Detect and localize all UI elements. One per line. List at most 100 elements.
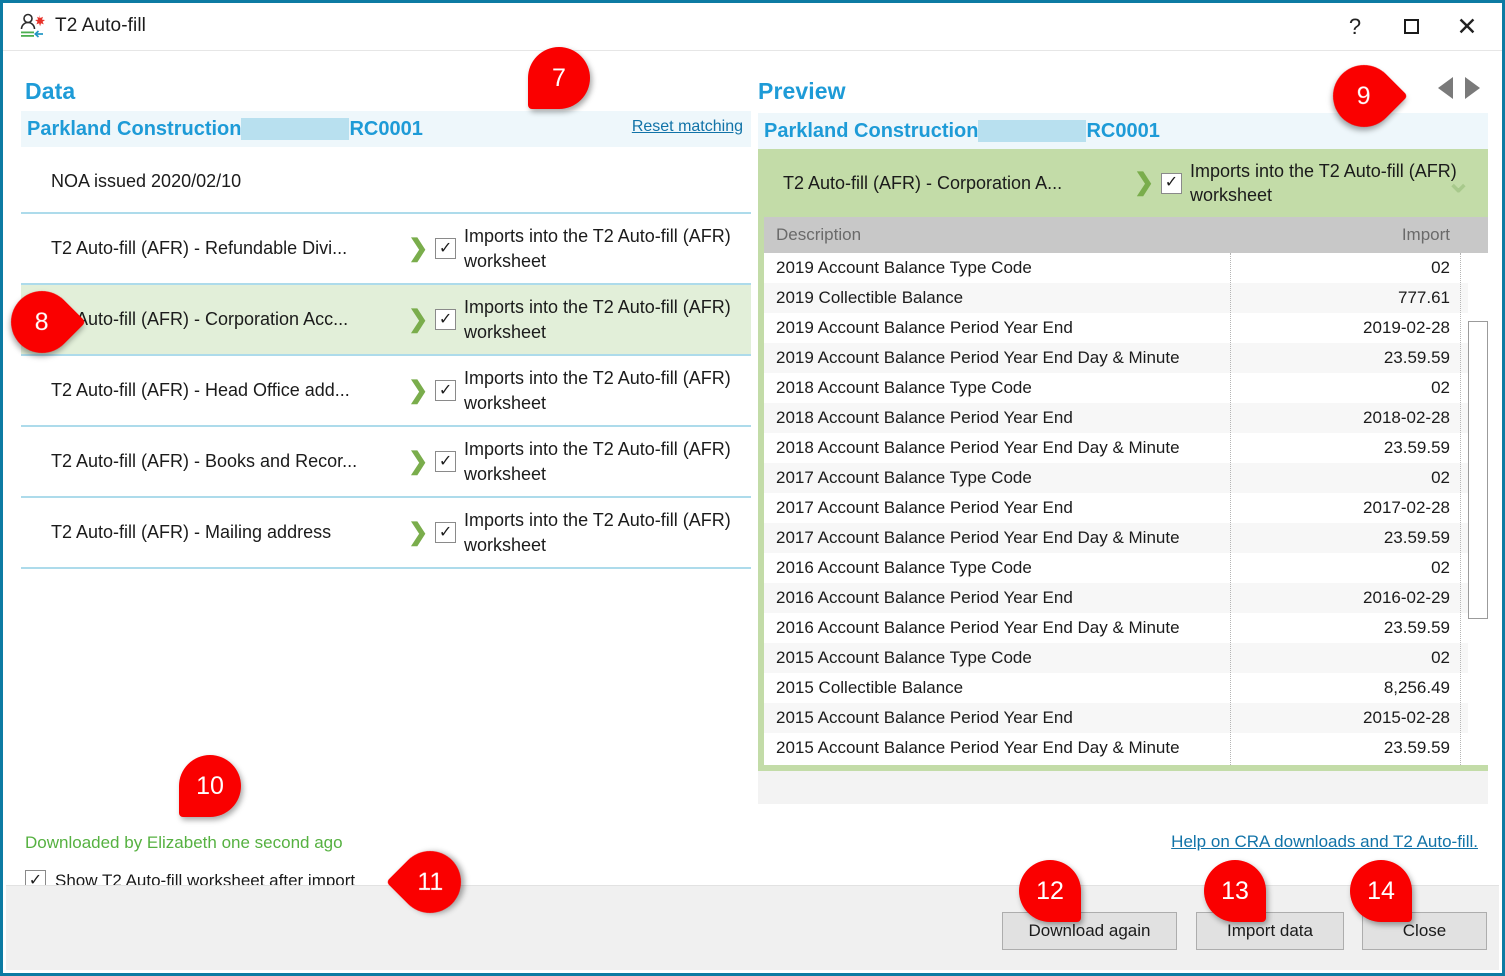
preview-container: T2 Auto-fill (AFR) - Corporation A... ❯ …: [758, 149, 1488, 804]
data-list-item[interactable]: T2 Auto-fill (AFR) - Refundable Divi... ❯…: [21, 214, 751, 285]
window-title: T2 Auto-fill: [55, 15, 146, 36]
cell-description: 2019 Account Balance Type Code: [776, 258, 1032, 277]
table-row[interactable]: 2017 Account Balance Type Code 02: [764, 463, 1488, 493]
chevron-right-icon: ❯: [408, 376, 429, 404]
data-item-checkbox[interactable]: ✓: [435, 451, 457, 472]
cell-description: 2017 Account Balance Type Code: [776, 468, 1032, 487]
cell-import-value: 23.59.59: [1383, 528, 1450, 547]
cell-description: 2018 Account Balance Period Year End: [776, 408, 1073, 427]
column-header-description: Description: [776, 225, 862, 244]
cell-import-value: 8,256.49: [1383, 678, 1450, 697]
close-icon: ✕: [1456, 12, 1478, 41]
data-company-account: RC0001: [349, 117, 423, 140]
table-row[interactable]: 2015 Account Balance Period Year End 2015…: [764, 703, 1488, 733]
noa-text: NOA issued 2020/02/10: [51, 171, 242, 191]
scrollbar-thumb[interactable]: [1468, 321, 1488, 619]
data-item-import-text: Imports into the T2 Auto-fill (AFR) work…: [464, 510, 731, 555]
help-button[interactable]: ?: [1327, 3, 1383, 50]
data-item-import-text: Imports into the T2 Auto-fill (AFR) work…: [464, 439, 731, 484]
chevron-right-icon: ❯: [408, 447, 429, 475]
data-list-item[interactable]: T2 Auto-fill (AFR) - Corporation Acc... ❯…: [21, 285, 751, 356]
chevron-right-icon: ❯: [408, 518, 429, 546]
cell-description: 2016 Account Balance Period Year End Day…: [776, 618, 1180, 637]
import-data-button[interactable]: Import data: [1196, 912, 1344, 950]
table-row[interactable]: 2019 Account Balance Period Year End Day…: [764, 343, 1488, 373]
maximize-icon: [1403, 19, 1419, 34]
triangle-left-icon[interactable]: [1438, 77, 1453, 99]
table-row[interactable]: 2018 Account Balance Period Year End Day…: [764, 433, 1488, 463]
data-list-item[interactable]: T2 Auto-fill (AFR) - Mailing address ❯ ✓ Im…: [21, 498, 751, 569]
download-status: Downloaded by Elizabeth one second ago: [25, 833, 343, 852]
cell-import-value: 02: [1431, 558, 1450, 577]
data-item-checkbox[interactable]: ✓: [435, 309, 457, 330]
t2-autofill-dialog: T2 Auto-fill ? ✕ Data Parkland Construct…: [0, 0, 1505, 976]
column-divider: [1230, 253, 1231, 765]
close-window-button[interactable]: ✕: [1439, 3, 1495, 50]
table-row[interactable]: 2017 Account Balance Period Year End Day…: [764, 523, 1488, 553]
cell-description: 2015 Account Balance Period Year End: [776, 708, 1073, 727]
data-item-checkbox[interactable]: ✓: [435, 522, 457, 543]
cell-import-value: 23.59.59: [1383, 438, 1450, 457]
callout-number: 12: [1036, 876, 1064, 905]
table-row[interactable]: 2019 Collectible Balance 777.61: [764, 283, 1488, 313]
preview-selected-item[interactable]: T2 Auto-fill (AFR) - Corporation A... ❯ …: [761, 152, 1485, 214]
preview-scrollbar[interactable]: [1468, 253, 1488, 765]
callout-number: 9: [1357, 81, 1371, 110]
data-company-header: Parkland Construction RC0001 Reset match…: [21, 111, 751, 147]
table-row[interactable]: 2015 Collectible Balance 8,256.49: [764, 673, 1488, 703]
title-bar: T2 Auto-fill ? ✕: [3, 3, 1502, 51]
download-again-button[interactable]: Download again: [1002, 912, 1177, 950]
data-list-item[interactable]: T2 Auto-fill (AFR) - Books and Recor... ❯…: [21, 427, 751, 498]
data-item-import-text: Imports into the T2 Auto-fill (AFR) work…: [464, 297, 731, 342]
preview-panel-heading: Preview: [758, 78, 846, 104]
table-row[interactable]: 2015 Account Balance Type Code 02: [764, 643, 1488, 673]
preview-item-import-text: Imports into the T2 Auto-fill (AFR) work…: [1190, 160, 1457, 205]
table-row[interactable]: 2016 Account Balance Period Year End Day…: [764, 613, 1488, 643]
callout-number: 7: [552, 63, 566, 92]
maximize-button[interactable]: [1383, 3, 1439, 50]
table-row[interactable]: 2019 Account Balance Period Year End 2019…: [764, 313, 1488, 343]
callout-number: 10: [196, 771, 224, 800]
callout-number: 8: [35, 307, 49, 336]
table-row[interactable]: 2015 Account Balance Period Year End Day…: [764, 733, 1488, 763]
chevron-right-icon: ❯: [1133, 169, 1155, 196]
cell-description: 2017 Account Balance Period Year End: [776, 498, 1073, 517]
preview-company-name: Parkland Construction: [764, 119, 979, 142]
data-item-checkbox[interactable]: ✓: [435, 380, 457, 401]
cell-description: 2015 Account Balance Type Code: [776, 648, 1032, 667]
data-item-checkbox[interactable]: ✓: [435, 238, 457, 259]
cell-import-value: 23.59.59: [1383, 348, 1450, 367]
table-row[interactable]: 2019 Account Balance Type Code 02: [764, 253, 1488, 283]
table-row[interactable]: 2016 Account Balance Type Code 02: [764, 553, 1488, 583]
callout-marker-12: 12: [1019, 860, 1081, 922]
preview-company-account: RC0001: [1086, 119, 1160, 142]
preview-table: Description Import 2019 Account Balance …: [764, 217, 1488, 765]
data-list: NOA issued 2020/02/10 T2 Auto-fill (AFR)…: [21, 151, 751, 576]
table-body: 2019 Account Balance Type Code 02 2019 Col…: [764, 253, 1488, 765]
cell-description: 2015 Account Balance Period Year End Day…: [776, 738, 1180, 757]
table-row[interactable]: 2018 Account Balance Period Year End 2018…: [764, 403, 1488, 433]
table-header-row: Description Import: [764, 217, 1488, 253]
button-bar: Download again Import data Close: [6, 885, 1499, 970]
chevron-right-icon: ❯: [408, 234, 429, 262]
data-item-import-text: Imports into the T2 Auto-fill (AFR) work…: [464, 226, 731, 271]
reset-matching-link[interactable]: Reset matching: [632, 118, 743, 136]
cell-description: 2019 Collectible Balance: [776, 288, 964, 307]
data-list-item[interactable]: T2 Auto-fill (AFR) - Head Office add... ❯…: [21, 356, 751, 427]
cell-import-value: 23.59.59: [1383, 618, 1450, 637]
help-cra-downloads-link[interactable]: Help on CRA downloads and T2 Auto-fill.: [1171, 832, 1478, 852]
preview-item-label: T2 Auto-fill (AFR) - Corporation A...: [783, 172, 1063, 193]
data-panel-heading: Data: [25, 78, 76, 104]
callout-marker-13: 13: [1204, 860, 1266, 922]
triangle-right-icon[interactable]: [1465, 77, 1480, 99]
cell-import-value: 2018-02-28: [1363, 408, 1450, 427]
cell-import-value: 2017-02-28: [1363, 498, 1450, 517]
table-row[interactable]: 2016 Account Balance Period Year End 2016…: [764, 583, 1488, 613]
table-row[interactable]: 2018 Account Balance Type Code 02: [764, 373, 1488, 403]
callout-number: 14: [1367, 876, 1395, 905]
table-row[interactable]: 2017 Account Balance Period Year End 2017…: [764, 493, 1488, 523]
chevron-down-icon[interactable]: ⌄: [1446, 168, 1471, 198]
data-item-label: T2 Auto-fill (AFR) - Head Office add...: [51, 380, 350, 400]
cell-description: 2018 Account Balance Period Year End Day…: [776, 438, 1180, 457]
preview-item-checkbox[interactable]: ✓: [1161, 172, 1182, 194]
